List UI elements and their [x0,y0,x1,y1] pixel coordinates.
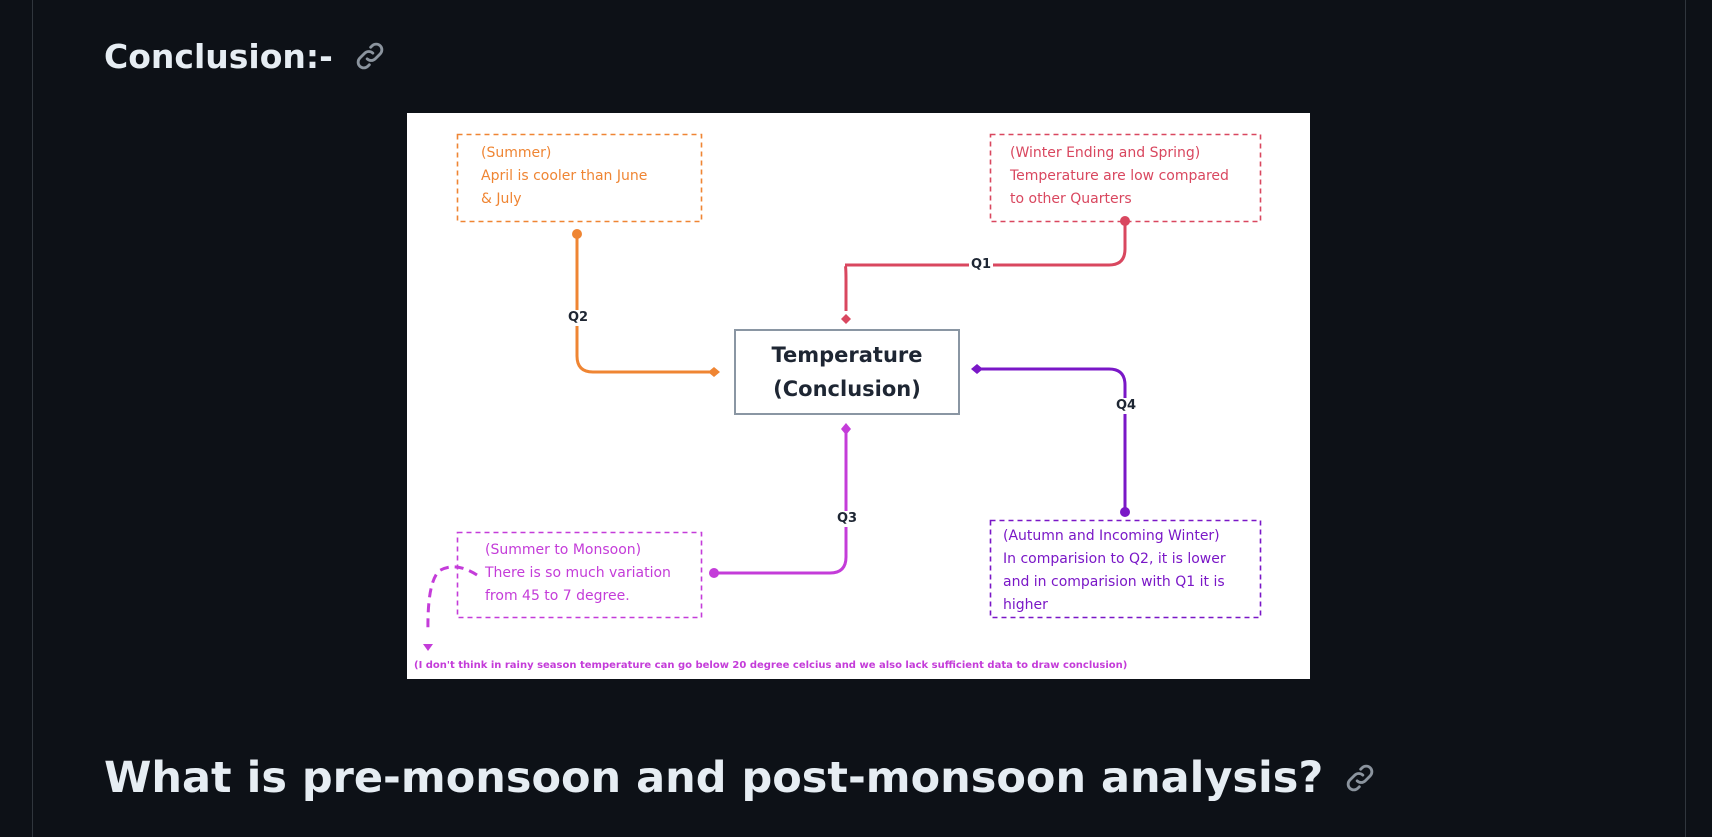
connector-q1-end [841,314,851,324]
note-winter-spring-line: (Winter Ending and Spring) [1010,145,1201,161]
connector-q3-start [709,568,719,578]
footnote-arrow [426,565,478,634]
connector-q2-start [572,229,582,239]
note-winter-spring-line: to other Quarters [1010,191,1132,207]
note-autumn-line: In comparision to Q2, it is lower [1003,551,1226,567]
note-monsoon-line: (Summer to Monsoon) [485,542,642,558]
conclusion-diagram-image: Q1 Q2 Q3 Q4 Temperature (Conclusion) (Su… [407,113,1310,679]
q1-label: Q1 [969,257,994,273]
conclusion-heading-text: Conclusion:- [104,36,333,76]
connector-q4-start [1120,507,1130,517]
q2-label: Q2 [566,310,591,326]
connector-q1-start [1120,216,1130,226]
link-icon[interactable] [353,39,387,73]
note-summer: (Summer) April is cooler than June & Jul… [481,142,647,211]
note-monsoon: (Summer to Monsoon) There is so much var… [485,539,671,608]
footnote-arrowhead [423,644,433,651]
note-autumn: (Autumn and Incoming Winter) In comparis… [1003,525,1226,617]
note-autumn-line: (Autumn and Incoming Winter) [1003,528,1220,544]
q4-label: Q4 [1114,398,1139,414]
center-line-2: (Conclusion) [773,377,921,401]
connector-q4-end [971,364,983,374]
note-winter-spring-line: Temperature are low compared [1010,168,1229,184]
connector-q3-end [841,423,851,435]
note-autumn-line: higher [1003,597,1048,613]
connector-q4 [974,367,1127,512]
note-monsoon-line: There is so much variation [485,565,671,581]
center-line-1: Temperature [771,343,923,367]
connector-q3 [714,429,848,575]
q3-label: Q3 [835,511,860,527]
diagram-footnote: (I don't think in rainy season temperatu… [414,660,1128,671]
link-icon[interactable] [1343,761,1377,795]
conclusion-heading: Conclusion:- [104,32,387,80]
readme-page: Conclusion:- Q1 Q2 Q3 Q4 Temperature (Co… [0,0,1712,837]
content-border-left [32,0,33,837]
pre-post-monsoon-heading-text: What is pre-monsoon and post-monsoon ana… [104,753,1324,803]
note-summer-line: & July [481,191,522,207]
note-winter-spring: (Winter Ending and Spring) Temperature a… [1010,142,1229,211]
temperature-conclusion-box: Temperature (Conclusion) [734,329,960,415]
note-autumn-line: and in comparision with Q1 it is [1003,574,1225,590]
note-summer-line: April is cooler than June [481,168,648,184]
connector-q2-end [708,367,720,377]
note-monsoon-line: from 45 to 7 degree. [485,588,630,604]
note-summer-line: (Summer) [481,145,552,161]
pre-post-monsoon-heading: What is pre-monsoon and post-monsoon ana… [104,748,1377,808]
connector-q2 [575,234,715,374]
content-border-right [1685,0,1686,837]
